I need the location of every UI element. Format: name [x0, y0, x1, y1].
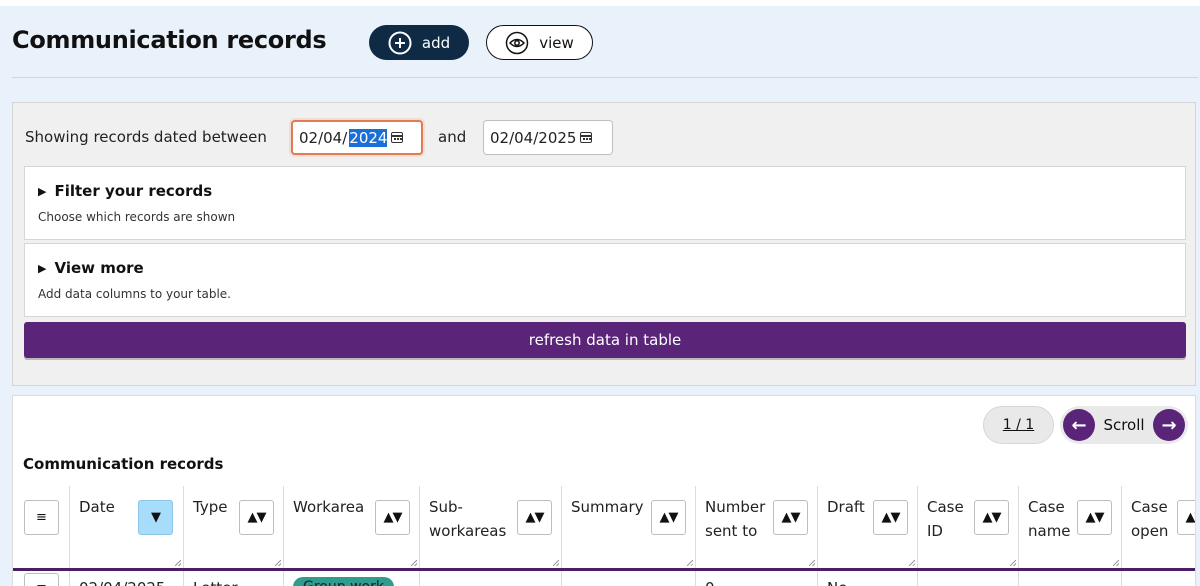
resize-grip-icon[interactable]: [275, 560, 281, 566]
sort-button[interactable]: ▲▼: [517, 500, 552, 535]
column-label: Sub- workareas: [429, 498, 507, 540]
disclosure-triangle-icon: ▶: [38, 184, 47, 198]
calendar-icon[interactable]: [391, 132, 404, 143]
filter-records-subtitle: Choose which records are shown: [38, 210, 236, 224]
view-button[interactable]: view: [486, 25, 593, 60]
date-range-label: Showing records dated between: [25, 128, 267, 146]
disclosure-triangle-icon: ▶: [38, 261, 47, 275]
sort-descending-button[interactable]: ▼: [138, 500, 173, 535]
cell-workarea: Group work: [284, 571, 420, 586]
cell-case-name: [1019, 571, 1122, 586]
table-header-row: ≡ Date ▼ Type ▲▼ Workarea ▲▼ Sub- workar…: [13, 486, 1195, 568]
filter-panel: Showing records dated between 02/04/2024…: [12, 102, 1196, 386]
and-label: and: [438, 128, 467, 146]
date-from-year-selected: 2024: [349, 128, 388, 147]
plus-circle-icon: [388, 31, 412, 54]
cell-draft: No: [818, 571, 918, 586]
view-button-label: view: [539, 33, 574, 52]
resize-grip-icon[interactable]: [411, 560, 417, 566]
row-menu-cell: ≡: [13, 571, 70, 586]
column-header-number-sent-to: Number sent to ▲▼: [696, 486, 818, 568]
table-row[interactable]: ≡ 02/04/2025 Letter Group work 0 No: [13, 571, 1195, 586]
scroll-control: ← Scroll →: [1060, 406, 1188, 444]
column-header-case-open: Case open ▲▼: [1122, 486, 1195, 568]
sort-button[interactable]: ▲▼: [375, 500, 410, 535]
page-indicator[interactable]: 1 / 1: [983, 406, 1054, 444]
header-divider: [12, 77, 1198, 78]
sort-button[interactable]: ▲▼: [239, 500, 274, 535]
column-header-draft: Draft ▲▼: [818, 486, 918, 568]
sort-button[interactable]: ▲▼: [773, 500, 808, 535]
calendar-icon[interactable]: [580, 132, 593, 143]
resize-grip-icon[interactable]: [553, 560, 559, 566]
sort-button[interactable]: ▲▼: [1077, 500, 1112, 535]
page-title: Communication records: [12, 26, 327, 54]
column-header-case-name: Case name ▲▼: [1019, 486, 1122, 568]
column-header-sub-workareas: Sub- workareas ▲▼: [420, 486, 562, 568]
column-header-date: Date ▼: [70, 486, 184, 568]
column-label: Type: [193, 498, 228, 516]
filter-records-summary[interactable]: ▶ Filter your records: [38, 182, 212, 200]
resize-grip-icon[interactable]: [687, 560, 693, 566]
view-more-disclosure[interactable]: ▶ View more Add data columns to your tab…: [24, 243, 1186, 317]
table-caption: Communication records: [23, 455, 224, 473]
cell-sub-workareas: [420, 571, 562, 586]
column-header-type: Type ▲▼: [184, 486, 284, 568]
filter-records-title: Filter your records: [54, 182, 213, 200]
view-more-subtitle: Add data columns to your table.: [38, 287, 231, 301]
add-button-label: add: [421, 33, 451, 52]
scroll-left-arrow-icon[interactable]: ←: [1063, 409, 1095, 441]
column-label: Case name: [1028, 498, 1071, 540]
filter-records-disclosure[interactable]: ▶ Filter your records Choose which recor…: [24, 166, 1186, 240]
top-strip: [0, 0, 1200, 6]
column-header-summary: Summary ▲▼: [562, 486, 696, 568]
cell-case-id: [918, 571, 1019, 586]
scroll-right-arrow-icon[interactable]: →: [1153, 409, 1185, 441]
records-table-panel: 1 / 1 ← Scroll → Communication records ≡…: [12, 395, 1196, 586]
resize-grip-icon[interactable]: [1113, 560, 1119, 566]
column-label: Workarea: [293, 498, 365, 516]
column-menu-cell: ≡: [13, 486, 70, 568]
sort-button[interactable]: ▲▼: [651, 500, 686, 535]
column-label: Case open: [1131, 498, 1169, 540]
resize-grip-icon[interactable]: [175, 560, 181, 566]
workarea-tag: Group work: [293, 577, 394, 586]
column-label: Case ID: [927, 498, 964, 540]
date-from-prefix: 02/04/: [299, 128, 348, 147]
cell-date: 02/04/2025: [70, 571, 184, 586]
date-to-value: 02/04/2025: [490, 128, 577, 147]
column-header-case-id: Case ID ▲▼: [918, 486, 1019, 568]
column-header-workarea: Workarea ▲▼: [284, 486, 420, 568]
view-more-summary[interactable]: ▶ View more: [38, 259, 144, 277]
eye-icon: [505, 31, 529, 54]
date-to-input[interactable]: 02/04/2025: [483, 120, 613, 155]
resize-grip-icon[interactable]: [909, 560, 915, 566]
date-from-input[interactable]: 02/04/2024: [291, 120, 423, 155]
column-label: Date: [79, 498, 115, 516]
resize-grip-icon[interactable]: [809, 560, 815, 566]
cell-number-sent-to: 0: [696, 571, 818, 586]
column-label: Summary: [571, 498, 644, 516]
sort-button[interactable]: ▲▼: [1177, 500, 1195, 535]
scroll-label: Scroll: [1103, 416, 1145, 434]
resize-grip-icon[interactable]: [1010, 560, 1016, 566]
column-label: Draft: [827, 498, 865, 516]
column-label: Number sent to: [705, 498, 766, 540]
sort-button[interactable]: ▲▼: [974, 500, 1009, 535]
add-button[interactable]: add: [369, 25, 469, 60]
cell-summary: [562, 571, 696, 586]
refresh-data-button[interactable]: refresh data in table: [24, 322, 1186, 358]
row-menu-button[interactable]: ≡: [24, 573, 59, 586]
cell-type: Letter: [184, 571, 284, 586]
sort-button[interactable]: ▲▼: [873, 500, 908, 535]
view-more-title: View more: [54, 259, 144, 277]
column-menu-button[interactable]: ≡: [24, 500, 59, 535]
